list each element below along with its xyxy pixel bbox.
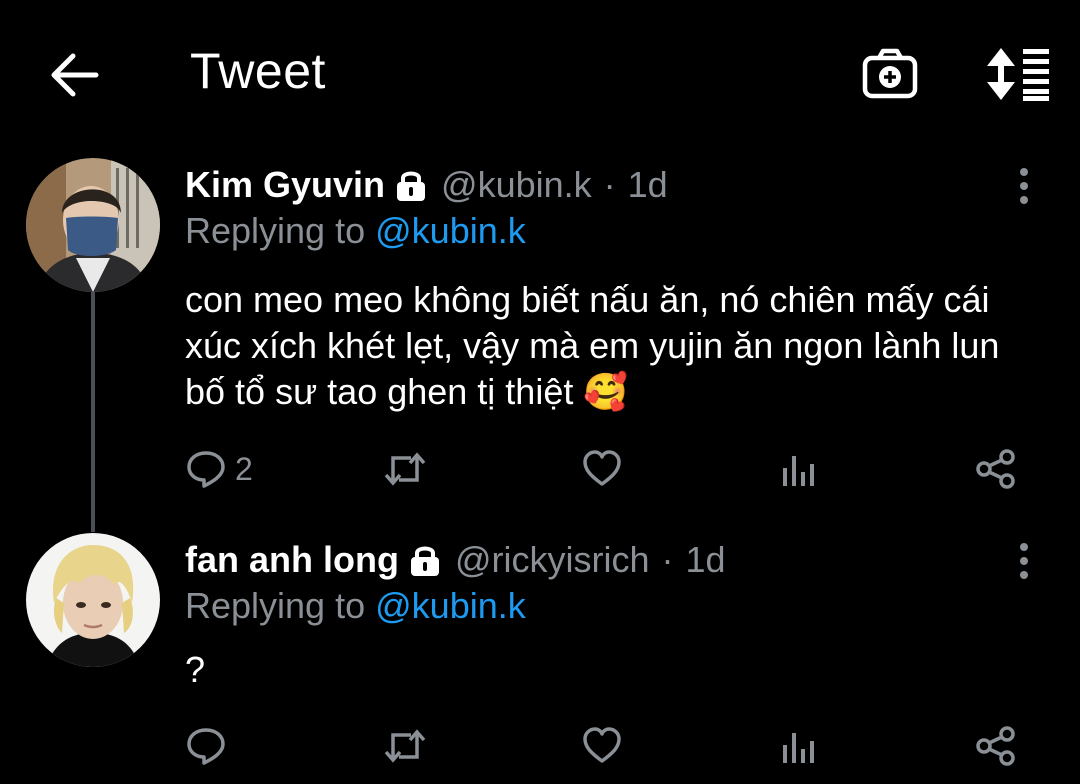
tweet-item[interactable]: Kim Gyuvin @kubin.k · 1d Replying to @ku… [0,158,1080,500]
camera-button[interactable] [862,48,918,100]
more-options-button[interactable] [1008,539,1040,583]
display-name[interactable]: fan anh long [185,539,399,581]
analytics-icon [783,456,814,486]
replying-to: Replying to @kubin.k [185,585,526,627]
retweet-icon [384,729,426,763]
replying-to: Replying to @kubin.k [185,210,526,252]
tweet-header: Kim Gyuvin @kubin.k · 1d [185,160,668,210]
user-handle[interactable]: @rickyisrich [455,539,650,581]
reply-icon [187,451,225,488]
tweet-header: fan anh long @rickyisrich · 1d [185,535,726,585]
more-vertical-icon [1020,168,1028,204]
retweet-icon [384,452,426,486]
arrow-left-icon [51,53,99,97]
share-icon [976,449,1015,489]
reply-count: 2 [235,450,253,487]
analytics-button[interactable] [779,444,819,494]
separator-dot: · [603,164,616,205]
tweet-actions [185,721,1025,771]
back-button[interactable] [48,50,102,100]
avatar[interactable] [26,533,160,667]
page-title: Tweet [190,43,326,99]
replying-to-label: Replying to [185,210,366,251]
more-vertical-icon [1020,543,1028,579]
tweet-text: ? [185,649,206,690]
tweet-actions: 2 [185,444,1025,494]
display-name[interactable]: Kim Gyuvin [185,164,385,206]
tweet-text: con meo meo không biết nấu ăn, nó chiên … [185,279,1000,412]
lock-icon [409,543,441,577]
user-handle[interactable]: @kubin.k [441,164,592,206]
tweet-item[interactable]: fan anh long @rickyisrich · 1d Replying … [0,533,1080,784]
heart-icon [583,450,621,486]
reply-icon [187,728,225,765]
mention-link[interactable]: @kubin.k [375,210,526,251]
share-button[interactable] [975,444,1017,494]
sort-icon [987,48,1049,101]
reply-button[interactable] [185,721,227,771]
share-button[interactable] [975,721,1017,771]
timestamp: 1d [685,539,726,580]
avatar[interactable] [26,158,160,292]
analytics-button[interactable] [779,721,819,771]
like-button[interactable] [581,721,623,771]
heart-icon [583,727,621,763]
sort-button[interactable] [983,46,1051,102]
camera-plus-icon [862,48,918,99]
separator-dot: · [661,539,674,580]
analytics-icon [783,733,814,763]
top-app-bar: Tweet [0,0,1080,150]
retweet-button[interactable] [383,444,427,494]
reply-button[interactable]: 2 [185,444,253,494]
replying-to-label: Replying to [185,585,366,626]
lock-icon [395,168,427,202]
more-options-button[interactable] [1008,164,1040,208]
retweet-button[interactable] [383,721,427,771]
share-icon [976,726,1015,766]
timestamp: 1d [627,164,668,205]
mention-link[interactable]: @kubin.k [375,585,526,626]
like-button[interactable] [581,444,623,494]
